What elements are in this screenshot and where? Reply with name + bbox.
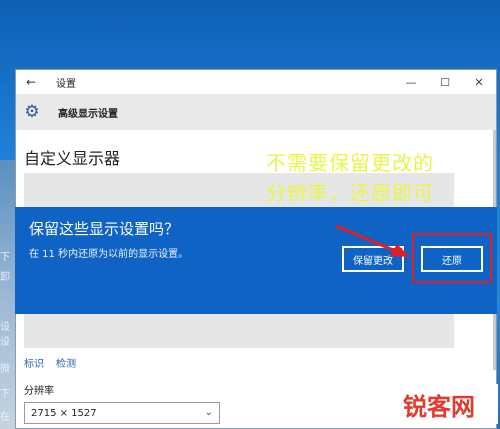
keep-display-settings-dialog: 保留这些显示设置吗？ 在 11 秒内还原为以前的显示设置。 保留更改 还原 [15, 207, 497, 314]
annotation-line-2: 分辨率，还原即可 [266, 181, 434, 205]
identify-link[interactable]: 标识 [24, 355, 44, 370]
page-title: 自定义显示器 [24, 149, 121, 168]
title-bar: ← 设置 — ☐ ✕ [16, 70, 496, 94]
back-arrow-icon[interactable]: ← [16, 75, 46, 89]
minimize-button[interactable]: — [394, 70, 428, 94]
maximize-button[interactable]: ☐ [428, 70, 462, 94]
desktop-fragment: 下 [0, 252, 10, 263]
desktop-fragment: 下 [0, 389, 10, 400]
annotation-line-1: 不需要保留更改的 [266, 151, 434, 175]
window-title: 设置 [56, 78, 76, 90]
chevron-down-icon: ⌄ [204, 407, 213, 418]
identify-detect-links: 标识 检测 [24, 355, 76, 370]
keep-changes-button[interactable]: 保留更改 [342, 246, 404, 272]
resolution-dropdown[interactable]: 2715 × 1527 ⌄ [24, 402, 220, 424]
gear-icon: ⚙ [24, 102, 40, 122]
display-preview-lower [24, 310, 454, 348]
watermark-logo: 锐客网 [380, 384, 498, 424]
annotation-text: 不需要保留更改的 分辨率，还原即可 [266, 148, 496, 208]
dialog-title: 保留这些显示设置吗？ [29, 220, 180, 238]
desktop-fragment: 在 [0, 412, 10, 423]
header-title: 高级显示设置 [58, 108, 118, 120]
settings-header: ⚙ 高级显示设置 [16, 94, 496, 130]
desktop-fragment: 设 [0, 337, 10, 348]
desktop-fragment: 卸 [0, 272, 10, 283]
highlight-box [412, 233, 492, 283]
detect-link[interactable]: 检测 [56, 355, 76, 370]
resolution-label: 分辨率 [24, 386, 54, 397]
dialog-countdown-text: 在 11 秒内还原为以前的显示设置。 [29, 249, 189, 260]
close-button[interactable]: ✕ [462, 70, 496, 94]
watermark-text: 锐客网 [403, 391, 475, 421]
desktop-fragment: 微 [0, 364, 10, 375]
resolution-value: 2715 × 1527 [31, 407, 97, 419]
desktop-fragment: 设 [0, 322, 10, 333]
window-controls: — ☐ ✕ [394, 70, 496, 94]
